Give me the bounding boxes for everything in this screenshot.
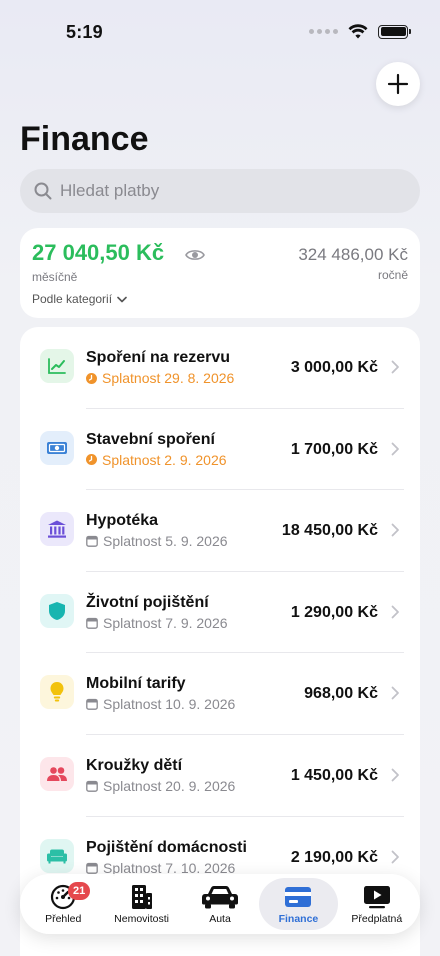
payment-title: Životní pojištění: [86, 593, 209, 611]
payment-amount: 1 290,00 Kč: [290, 603, 378, 621]
monthly-amount: 27 040,50 Kč: [32, 240, 165, 265]
chevron-right-icon: [391, 686, 399, 700]
payment-row[interactable]: Spoření na rezervu Splatnost 29. 8. 2026…: [20, 327, 420, 409]
bank-icon: [40, 512, 74, 547]
clock-icon: [86, 454, 97, 466]
credit-card-icon: [284, 884, 312, 910]
payment-due: Splatnost 29. 8. 2026: [86, 370, 234, 386]
wifi-icon: [348, 24, 368, 39]
payment-amount: 18 450,00 Kč: [281, 522, 378, 540]
category-filter-dropdown[interactable]: Podle kategorií: [32, 292, 127, 306]
status-bar: 5:19: [0, 0, 440, 64]
chevron-right-icon: [391, 768, 399, 782]
tab-bar: Přehled 21 Nemovitosti Auta Finance Před…: [20, 874, 420, 934]
payment-due-text: Splatnost 20. 9. 2026: [103, 777, 236, 794]
summary-card: 27 040,50 Kč měsíčně 324 486,00 Kč ročně…: [20, 228, 420, 318]
payment-row[interactable]: Hypotéka Splatnost 5. 9. 2026 18 450,00 …: [20, 490, 420, 572]
status-time: 5:19: [66, 22, 103, 42]
tab-label: Finance: [278, 912, 319, 925]
chevron-right-icon: [391, 360, 399, 374]
tab-label: Nemovitosti: [114, 912, 170, 925]
payment-title: Hypotéka: [86, 512, 159, 530]
search-placeholder: Hledat platby: [60, 181, 160, 200]
notification-badge: 21: [68, 882, 91, 900]
yearly-amount: 324 486,00 Kč: [298, 245, 408, 264]
chevron-down-icon: [117, 296, 127, 302]
chevron-right-icon: [391, 442, 399, 455]
clock-icon: [86, 372, 97, 384]
category-filter-label: Podle kategorií: [32, 292, 113, 306]
payment-due-text: Splatnost 2. 9. 2026: [102, 451, 227, 468]
tab-prehled[interactable]: Přehled 21: [24, 878, 102, 930]
sofa-icon: [40, 838, 74, 873]
payment-amount: 2 190,00 Kč: [290, 848, 378, 866]
battery-icon: [378, 24, 411, 39]
payment-due: Splatnost 2. 9. 2026: [86, 452, 227, 468]
yearly-label: ročně: [377, 268, 408, 282]
chart-up-icon: [40, 349, 74, 383]
payment-due: Splatnost 20. 9. 2026: [86, 778, 235, 794]
payment-row[interactable]: Životní pojištění Splatnost 7. 9. 2026 1…: [20, 572, 420, 654]
lightbulb-icon: [40, 675, 74, 710]
building-icon: [130, 884, 154, 910]
chevron-right-icon: [391, 523, 399, 537]
payments-list: Spoření na rezervu Splatnost 29. 8. 2026…: [20, 327, 420, 956]
calendar-icon: [86, 617, 98, 629]
payment-amount: 1 700,00 Kč: [290, 440, 378, 458]
payment-row[interactable]: Kroužky dětí Splatnost 20. 9. 2026 1 450…: [20, 735, 420, 817]
status-icons: [309, 24, 411, 39]
calendar-icon: [86, 699, 98, 711]
payment-due-text: Splatnost 10. 9. 2026: [103, 696, 236, 713]
tab-predplatna[interactable]: Předplatná: [338, 878, 416, 930]
payment-row[interactable]: Mobilní tarify Splatnost 10. 9. 2026 968…: [20, 653, 420, 735]
payment-amount: 3 000,00 Kč: [290, 359, 378, 376]
calendar-icon: [86, 862, 98, 874]
payment-due: Splatnost 10. 9. 2026: [86, 696, 235, 712]
payment-amount: 968,00 Kč: [304, 685, 378, 703]
calendar-icon: [86, 780, 98, 792]
payment-due-text: Splatnost 29. 8. 2026: [102, 370, 235, 386]
people-icon: [40, 756, 74, 791]
payment-title: Pojištění domácnosti: [86, 838, 247, 856]
payment-amount: 1 450,00 Kč: [290, 766, 378, 784]
tab-finance[interactable]: Finance: [259, 878, 338, 930]
payment-row[interactable]: Stavební spoření Splatnost 2. 9. 2026 1 …: [20, 409, 420, 491]
chevron-right-icon: [391, 605, 399, 619]
tab-label: Předplatná: [351, 912, 403, 925]
eye-icon[interactable]: [185, 248, 205, 262]
payment-due-text: Splatnost 5. 9. 2026: [103, 533, 228, 550]
chevron-right-icon: [391, 850, 399, 863]
payment-due: Splatnost 7. 9. 2026: [86, 615, 228, 631]
plus-icon: [387, 73, 409, 95]
play-screen-icon: [363, 884, 391, 910]
tab-nemovitosti[interactable]: Nemovitosti: [102, 878, 180, 930]
payment-title: Mobilní tarify: [86, 675, 186, 693]
monthly-label: měsíčně: [32, 270, 78, 284]
page-title: Finance: [20, 120, 149, 158]
shield-icon: [40, 593, 74, 628]
signal-dots-icon: [309, 29, 338, 34]
tab-label: Auta: [209, 912, 231, 925]
payment-title: Stavební spoření: [86, 430, 215, 448]
tab-auta[interactable]: Auta: [181, 878, 259, 930]
payment-title: Spoření na rezervu: [86, 349, 231, 366]
payment-due: Splatnost 5. 9. 2026: [86, 533, 228, 549]
banknote-icon: [40, 430, 74, 465]
search-icon: [34, 182, 52, 200]
search-input[interactable]: Hledat platby: [20, 169, 420, 213]
add-payment-button[interactable]: [376, 62, 420, 106]
car-icon: [201, 884, 239, 910]
tab-label: Přehled: [45, 912, 82, 925]
payment-due-text: Splatnost 7. 9. 2026: [103, 614, 228, 631]
payment-title: Kroužky dětí: [86, 756, 183, 774]
calendar-icon: [86, 536, 98, 548]
